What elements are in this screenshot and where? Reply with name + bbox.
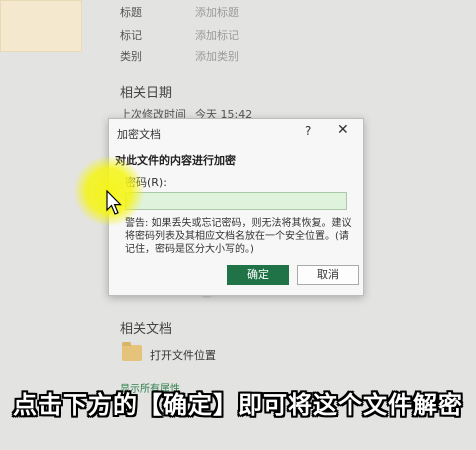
- prop-value-category[interactable]: 添加类别: [195, 48, 239, 64]
- prop-value-title[interactable]: 添加标题: [195, 4, 239, 20]
- related-docs-title: 相关文档: [120, 322, 173, 337]
- cancel-button[interactable]: 取消: [297, 265, 359, 285]
- folder-icon[interactable]: [122, 342, 142, 361]
- prop-value-tags[interactable]: 添加标记: [195, 27, 239, 43]
- dialog-title: 加密文档: [117, 128, 161, 141]
- encrypt-document-dialog: 加密文档 ? ✕ 对此文件的内容进行加密 密码(R): 警告: 如果丢失或忘记密…: [108, 118, 364, 296]
- prop-label-tags: 标记: [120, 29, 142, 42]
- related-dates-title: 相关日期: [120, 86, 173, 101]
- help-icon[interactable]: ?: [305, 124, 311, 138]
- video-caption: 点击下方的【确定】即可将这个文件解密: [13, 391, 463, 419]
- ok-button[interactable]: 确定: [227, 265, 289, 285]
- document-thumbnail: [0, 0, 82, 52]
- mouse-pointer-icon: [106, 190, 122, 215]
- password-input[interactable]: [125, 192, 347, 210]
- close-icon[interactable]: ✕: [337, 122, 349, 138]
- warning-text: 警告: 如果丢失或忘记密码，则无法将其恢复。建议将密码列表及其相应文档名放在一个…: [125, 218, 352, 255]
- prop-label-category: 类别: [120, 50, 142, 63]
- open-file-location-link[interactable]: 打开文件位置: [150, 347, 216, 363]
- prop-label-title: 标题: [120, 6, 142, 19]
